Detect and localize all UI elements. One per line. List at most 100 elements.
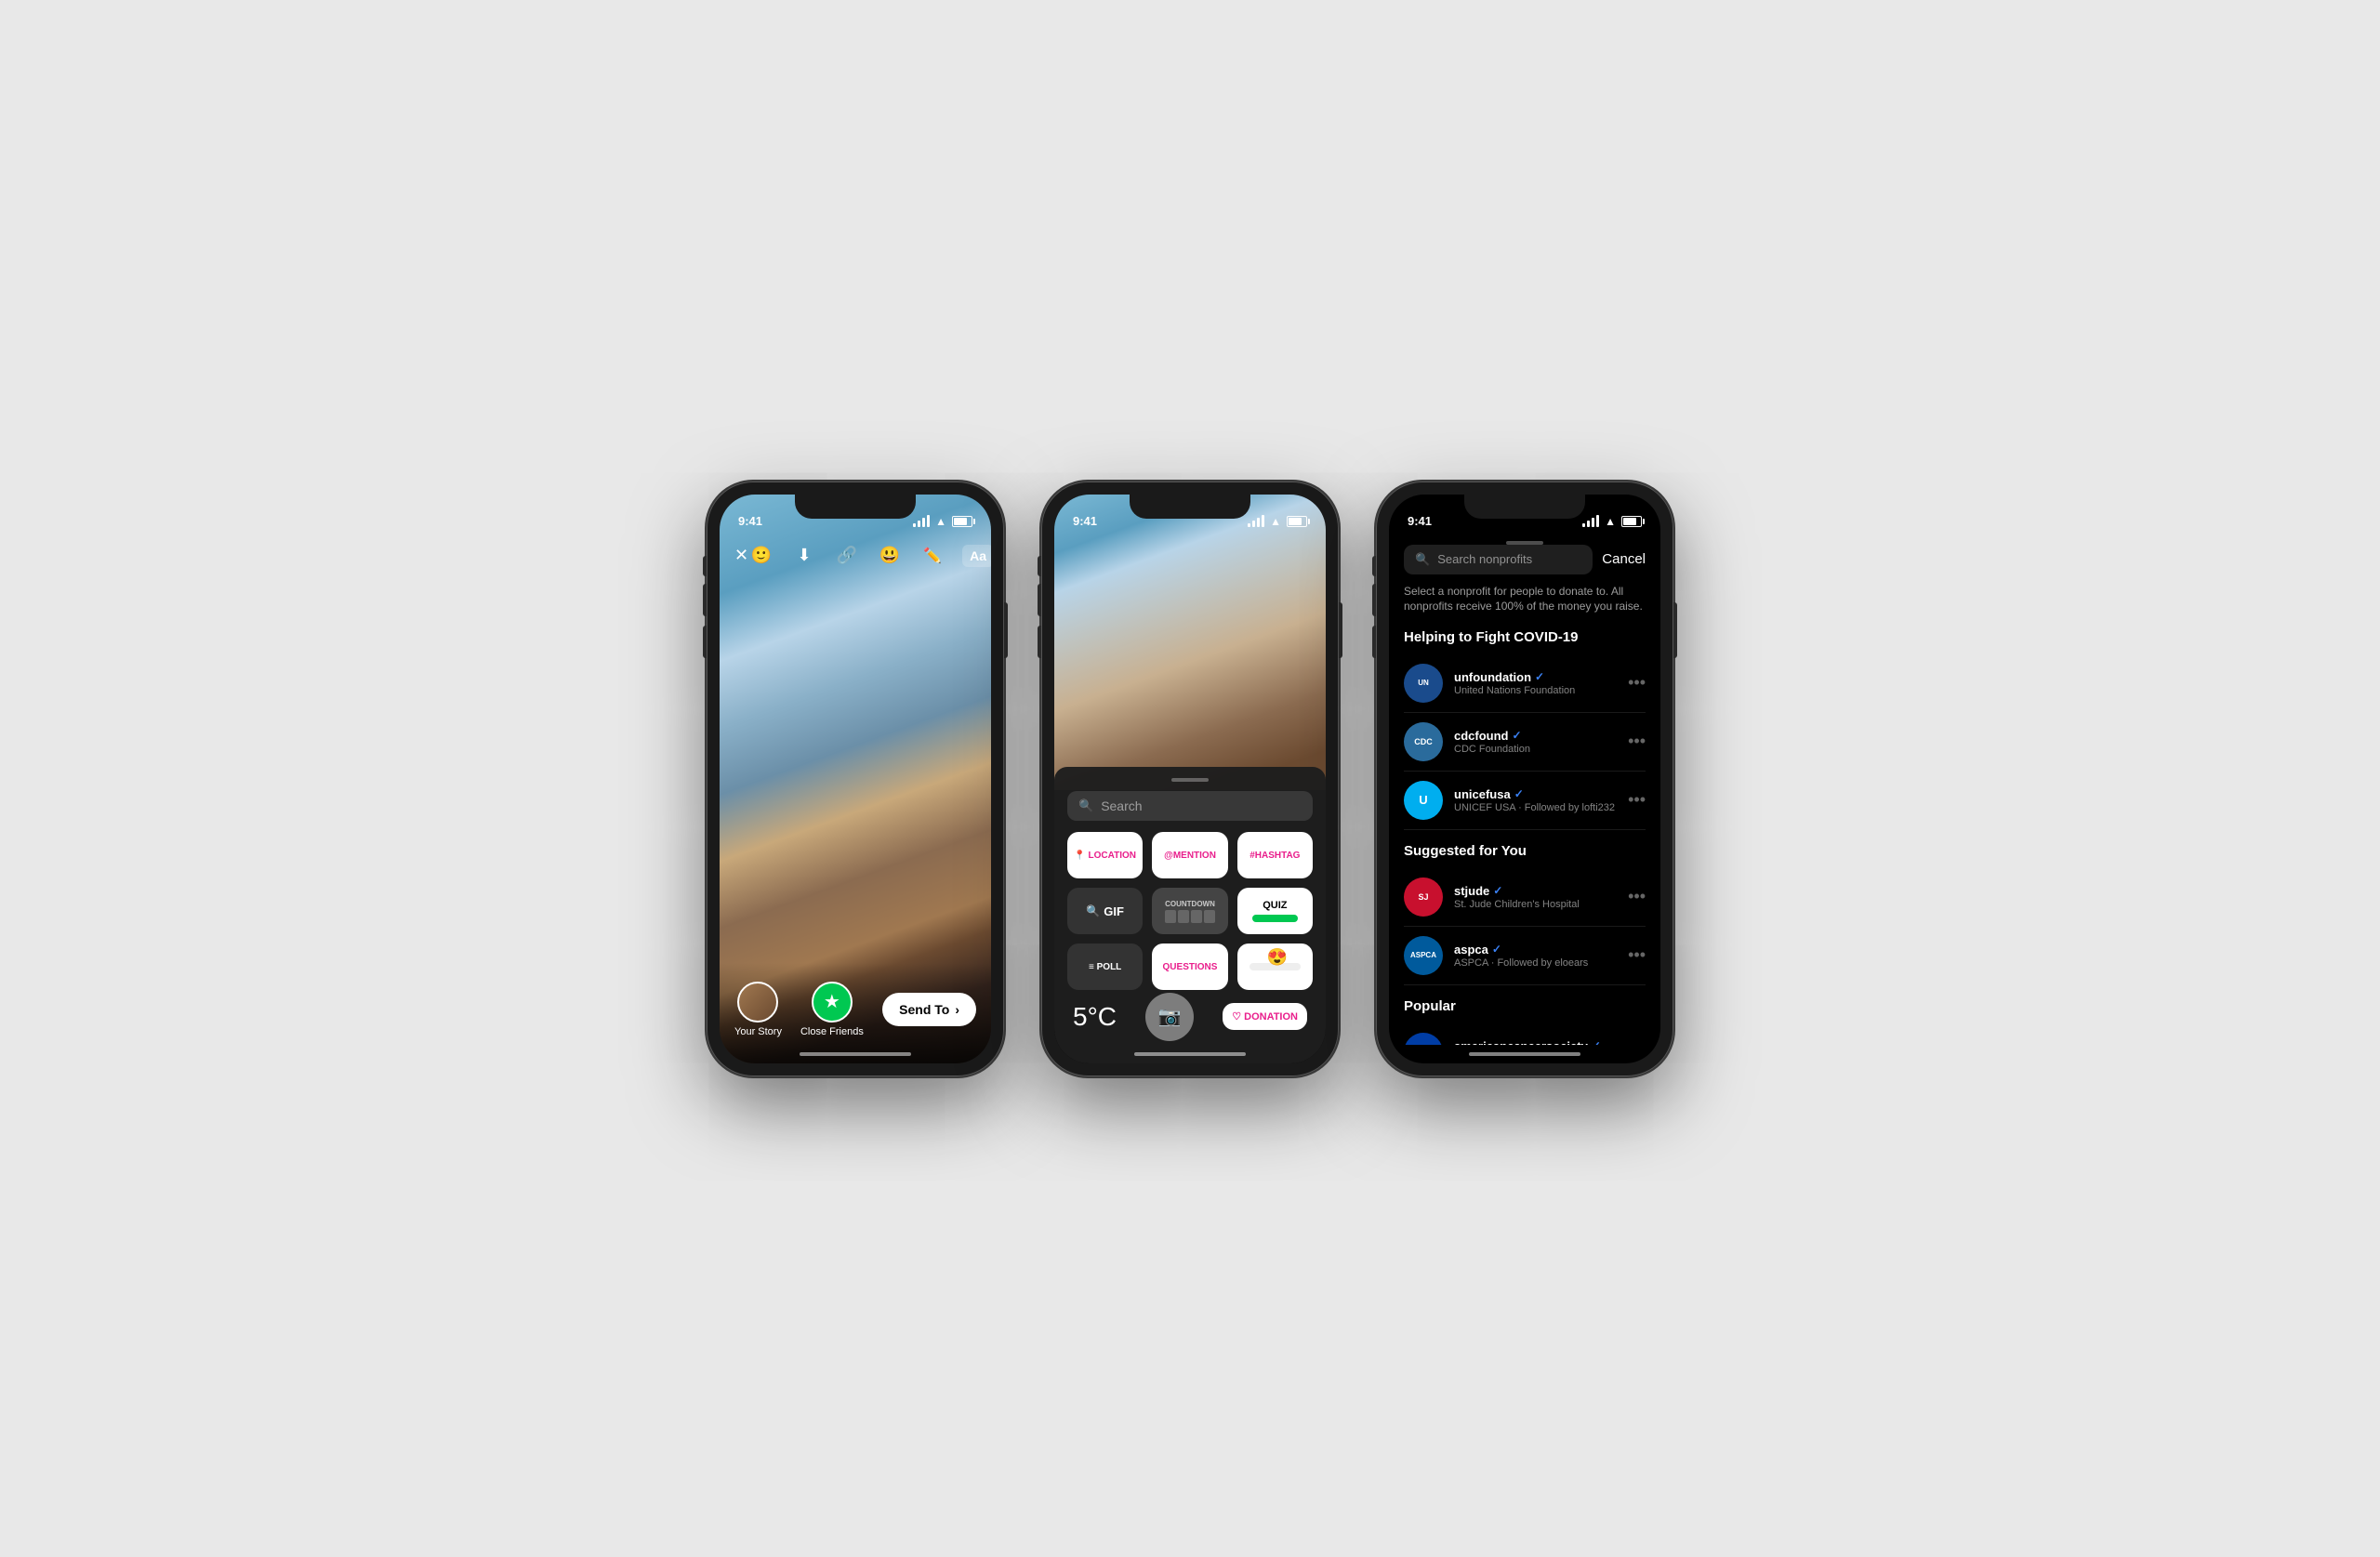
more-icon-cdcfound[interactable]: ••• xyxy=(1628,732,1646,751)
wifi-icon-3: ▲ xyxy=(1605,515,1616,528)
sticker-quiz[interactable]: QUIZ xyxy=(1237,888,1313,934)
pen-icon[interactable]: ✏️ xyxy=(919,543,945,569)
avatar-unicef: U xyxy=(1404,781,1443,820)
time-display-1: 9:41 xyxy=(738,514,762,528)
story-destinations: Your Story ★ Close Friends xyxy=(734,982,864,1037)
np-info-unicef: unicefusa ✓ UNICEF USA · Followed by lof… xyxy=(1454,787,1617,813)
verified-icon-cdcfound: ✓ xyxy=(1513,729,1522,742)
panel-handle xyxy=(1171,778,1209,782)
camera-flip-button[interactable]: 📷 xyxy=(1145,993,1194,1041)
phone-sticker: 9:41 ▲ 🔍 xyxy=(1041,482,1339,1076)
np-item-acs[interactable]: American Cancer americancancersociety ✓ … xyxy=(1404,1023,1646,1045)
np-desc-aspca: ASPCA · Followed by eloears xyxy=(1454,957,1617,969)
verified-icon-acs: ✓ xyxy=(1592,1039,1601,1045)
avatar-unfoundation: UN xyxy=(1404,664,1443,703)
cancel-button[interactable]: Cancel xyxy=(1602,551,1646,567)
home-indicator-2 xyxy=(1134,1052,1246,1056)
verified-icon-aspca: ✓ xyxy=(1492,943,1501,956)
cd-box-3 xyxy=(1191,910,1202,923)
sticker-donation[interactable]: ♡ DONATION xyxy=(1223,1003,1307,1030)
close-icon[interactable]: ✕ xyxy=(734,543,748,569)
search-icon-np: 🔍 xyxy=(1415,552,1430,567)
np-info-aspca: aspca ✓ ASPCA · Followed by eloears xyxy=(1454,943,1617,969)
status-right-1: ▲ xyxy=(913,515,972,528)
np-name-unicef: unicefusa ✓ xyxy=(1454,787,1617,801)
sticker-grid: 📍 LOCATION @MENTION #HASHTAG 🔍 GIF xyxy=(1067,832,1313,990)
sticker-questions[interactable]: QUESTIONS xyxy=(1152,943,1227,990)
sticker-hashtag[interactable]: #HASHTAG xyxy=(1237,832,1313,878)
more-icon-acs[interactable]: ••• xyxy=(1628,1042,1646,1045)
your-story-dest[interactable]: Your Story xyxy=(734,982,782,1037)
sticker-mention[interactable]: @MENTION xyxy=(1152,832,1227,878)
story-actions: Your Story ★ Close Friends Send To › xyxy=(734,982,976,1037)
avatar-aspca: ASPCA xyxy=(1404,936,1443,975)
cd-box-4 xyxy=(1204,910,1215,923)
np-item-aspca[interactable]: ASPCA aspca ✓ ASPCA · Followed by eloear… xyxy=(1404,927,1646,985)
np-item-stjude[interactable]: SJ stjude ✓ St. Jude Children's Hospital… xyxy=(1404,868,1646,927)
nonprofit-subtitle: Select a nonprofit for people to donate … xyxy=(1404,584,1646,615)
emoji-slider-track: 😍 xyxy=(1250,963,1301,970)
nonprofit-header: 🔍 Search nonprofits Cancel Select a nonp… xyxy=(1389,535,1660,638)
section-title-suggested: Suggested for You xyxy=(1404,843,1646,859)
np-desc-unicef: UNICEF USA · Followed by lofti232 xyxy=(1454,802,1617,813)
phone-story: 9:41 ▲ ✕ 🙂 xyxy=(707,482,1004,1076)
countdown-boxes xyxy=(1165,910,1215,923)
avatar-acs: American Cancer xyxy=(1404,1033,1443,1045)
close-friends-dest[interactable]: ★ Close Friends xyxy=(800,982,864,1037)
status-right-3: ▲ xyxy=(1582,515,1642,528)
link-icon[interactable]: 🔗 xyxy=(834,543,860,569)
sticker-countdown[interactable]: COUNTDOWN xyxy=(1152,888,1227,934)
cd-box-2 xyxy=(1178,910,1189,923)
search-row: 🔍 Search nonprofits Cancel xyxy=(1404,545,1646,574)
sticker-gif-label: GIF xyxy=(1104,904,1124,918)
sticker-emoji-slider[interactable]: 😍 xyxy=(1237,943,1313,990)
close-friends-avatar: ★ xyxy=(812,982,853,1023)
sticker-search-bar[interactable]: 🔍 Search xyxy=(1067,791,1313,821)
status-bar-2: 9:41 ▲ xyxy=(1054,495,1326,535)
status-bar-1: 9:41 ▲ xyxy=(720,495,991,535)
signal-icon-2 xyxy=(1248,516,1264,527)
download-icon[interactable]: ⬇ xyxy=(791,543,817,569)
wifi-icon-1: ▲ xyxy=(935,515,946,528)
more-icon-unicef[interactable]: ••• xyxy=(1628,790,1646,810)
nonprofit-search-bar[interactable]: 🔍 Search nonprofits xyxy=(1404,545,1593,574)
nonprofit-list: Helping to Fight COVID-19 UN unfoundatio… xyxy=(1389,629,1660,1045)
status-right-2: ▲ xyxy=(1248,515,1307,528)
more-icon-unfoundation[interactable]: ••• xyxy=(1628,673,1646,693)
popular-list: American Cancer americancancersociety ✓ … xyxy=(1404,1023,1646,1045)
np-desc-stjude: St. Jude Children's Hospital xyxy=(1454,899,1617,910)
sticker-hashtag-label: #HASHTAG xyxy=(1250,851,1300,861)
sticker-location-label: 📍 LOCATION xyxy=(1074,851,1136,861)
phone-nonprofit: 9:41 ▲ xyxy=(1376,482,1673,1076)
signal-icon-1 xyxy=(913,516,930,527)
sticker-location[interactable]: 📍 LOCATION xyxy=(1067,832,1143,878)
more-icon-aspca[interactable]: ••• xyxy=(1628,945,1646,965)
temperature-display: 5°C xyxy=(1073,1002,1117,1032)
sticker-bottom-bar: 5°C 📷 ♡ DONATION xyxy=(1054,993,1326,1041)
send-to-arrow: › xyxy=(955,1002,959,1017)
sticker-poll[interactable]: ≡ POLL xyxy=(1067,943,1143,990)
np-info-stjude: stjude ✓ St. Jude Children's Hospital xyxy=(1454,884,1617,910)
send-to-button[interactable]: Send To › xyxy=(882,993,976,1026)
verified-icon-unicef: ✓ xyxy=(1514,787,1524,800)
screen-story: 9:41 ▲ ✕ 🙂 xyxy=(720,495,991,1063)
np-item-unfoundation[interactable]: UN unfoundation ✓ United Nations Foundat… xyxy=(1404,654,1646,713)
np-name-acs: americancancersociety ✓ xyxy=(1454,1039,1617,1045)
battery-icon-1 xyxy=(952,516,972,527)
signal-icon-3 xyxy=(1582,516,1599,527)
home-indicator-1 xyxy=(800,1052,911,1056)
your-story-avatar xyxy=(737,982,778,1023)
sticker-gif[interactable]: 🔍 GIF xyxy=(1067,888,1143,934)
text-tool-button[interactable]: Aa xyxy=(962,545,991,567)
wifi-icon-2: ▲ xyxy=(1270,515,1281,528)
sticker-poll-label: ≡ POLL xyxy=(1089,962,1121,972)
np-item-cdcfound[interactable]: CDC cdcfound ✓ CDC Foundation ••• xyxy=(1404,713,1646,772)
face-filter-icon[interactable]: 😃 xyxy=(877,543,903,569)
sticker-search-placeholder: Search xyxy=(1101,798,1142,813)
sticker-questions-label: QUESTIONS xyxy=(1163,962,1218,972)
status-bar-3: 9:41 ▲ xyxy=(1389,495,1660,535)
np-item-unicef[interactable]: U unicefusa ✓ UNICEF USA · Followed by l… xyxy=(1404,772,1646,830)
more-icon-stjude[interactable]: ••• xyxy=(1628,887,1646,906)
emoji-sticker-icon[interactable]: 🙂 xyxy=(748,543,774,569)
camera-icon: 📷 xyxy=(1158,1005,1182,1028)
